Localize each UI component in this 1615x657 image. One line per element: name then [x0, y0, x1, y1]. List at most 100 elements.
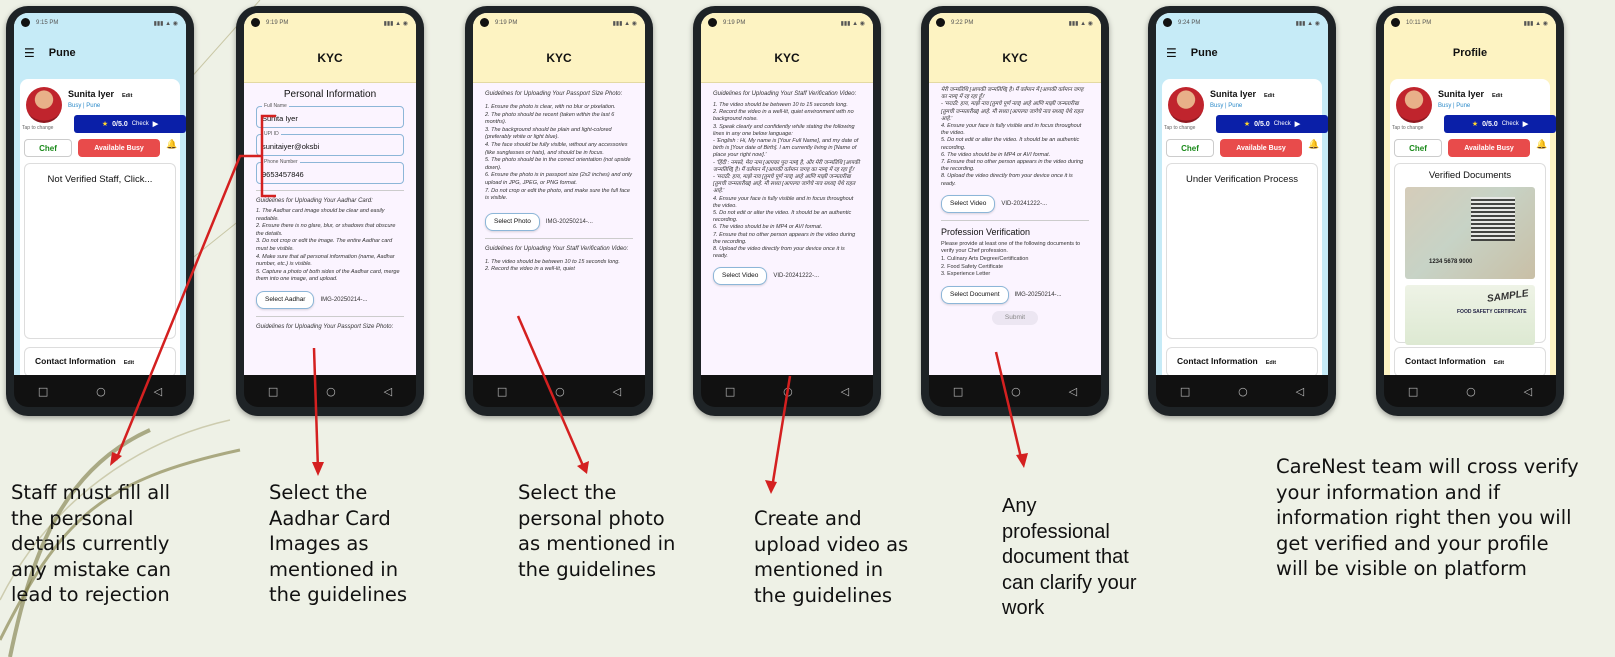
upi-id-field[interactable]: UPI ID sunitaiyer@oksbi — [256, 131, 404, 156]
home-icon[interactable]: ○ — [555, 385, 565, 398]
aadhar-document-image[interactable]: 1234 5678 9000 — [1405, 187, 1535, 279]
bell-icon[interactable]: 🔔 — [166, 140, 177, 150]
screen: 9:15 PM ▮▮▮ ▲ ◉ ☰ Pune Tap to change Suni… — [14, 13, 186, 375]
star-icon: ★ — [1243, 120, 1251, 128]
selected-file-name: VID-20241222-... — [773, 273, 820, 280]
home-icon[interactable]: ○ — [783, 385, 793, 398]
home-icon[interactable]: ○ — [96, 385, 106, 398]
select-photo-button[interactable]: Select Photo — [485, 212, 540, 231]
verification-status-box[interactable]: Under Verification Process — [1166, 163, 1318, 339]
home-icon[interactable]: ○ — [1466, 385, 1476, 398]
submit-button[interactable]: Submit — [992, 310, 1038, 325]
status-bar: 9:19 PM ▮▮▮ ▲ ◉ — [701, 13, 873, 33]
home-icon[interactable]: ○ — [326, 385, 336, 398]
caption-6: CareNest team will cross verify your inf… — [1276, 455, 1579, 580]
menu-icon[interactable]: ☰ — [24, 46, 35, 60]
contact-information-section: Contact Information Edit — [24, 347, 176, 375]
arrowhead-4 — [765, 480, 777, 494]
bell-icon[interactable]: 🔔 — [1536, 140, 1547, 150]
menu-icon[interactable]: ☰ — [1166, 46, 1177, 60]
selected-file-name: IMG-20250214-... — [320, 296, 368, 303]
availability-toggle[interactable]: Available Busy — [1220, 139, 1302, 157]
avatar[interactable] — [1396, 87, 1432, 123]
back-icon[interactable]: ◁ — [1069, 385, 1077, 398]
field-label: Full Name — [262, 103, 289, 110]
rating-button[interactable]: ★ 0/5.0 Check ▶ — [1444, 115, 1556, 133]
availability-toggle[interactable]: Available Busy — [78, 139, 160, 157]
document-number: 1234 5678 9000 — [1429, 259, 1473, 265]
rating-button[interactable]: ★ 0/5.0 Check ▶ — [1216, 115, 1328, 133]
verification-status-box[interactable]: Not Verified Staff, Click... — [24, 163, 176, 339]
status-bar: 9:24 PM ▮▮▮ ▲ ◉ — [1156, 13, 1328, 33]
recent-apps-icon[interactable]: □ — [1180, 385, 1190, 398]
camera-icon — [1163, 18, 1172, 27]
role-badge[interactable]: Chef — [24, 139, 72, 157]
avatar[interactable] — [26, 87, 62, 123]
back-icon[interactable]: ◁ — [154, 385, 162, 398]
play-icon: ▶ — [1522, 121, 1529, 128]
contact-edit-button[interactable]: Edit — [1494, 360, 1504, 366]
field-label: UPI ID — [262, 131, 281, 138]
recent-apps-icon[interactable]: □ — [268, 385, 278, 398]
arrowhead-2 — [312, 462, 324, 476]
city-title[interactable]: Pune — [1191, 47, 1218, 59]
role-badge[interactable]: Chef — [1394, 139, 1442, 157]
tap-to-change-label: Tap to change — [1164, 125, 1196, 131]
back-icon[interactable]: ◁ — [1524, 385, 1532, 398]
arrowhead-5 — [1016, 453, 1028, 468]
recent-apps-icon[interactable]: □ — [38, 385, 48, 398]
tap-to-change-label: Tap to change — [1392, 125, 1424, 131]
recent-apps-icon[interactable]: □ — [497, 385, 507, 398]
phone-screen-home-not-verified: 9:15 PM ▮▮▮ ▲ ◉ ☰ Pune Tap to change Suni… — [6, 6, 194, 416]
status-icons: ▮▮▮ ▲ ◉ — [153, 20, 178, 27]
back-icon[interactable]: ◁ — [613, 385, 621, 398]
select-video-button[interactable]: Select Video — [713, 267, 768, 286]
edit-name-button[interactable]: Edit — [122, 93, 132, 99]
camera-icon — [708, 18, 717, 27]
android-nav-bar: □ ○ ◁ — [244, 375, 416, 407]
profile-name: Sunita Iyer Edit — [1210, 89, 1275, 99]
back-icon[interactable]: ◁ — [1296, 385, 1304, 398]
home-icon[interactable]: ○ — [1238, 385, 1248, 398]
screen: 9:24 PM ▮▮▮ ▲ ◉ ☰ Pune Tap to change Suni… — [1156, 13, 1328, 375]
select-aadhar-button[interactable]: Select Aadhar — [256, 290, 315, 309]
contact-edit-button[interactable]: Edit — [124, 360, 134, 366]
sample-watermark: SAMPLE — [1486, 288, 1530, 305]
rating-button[interactable]: ★ 0/5.0 Check ▶ — [74, 115, 186, 133]
full-name-field[interactable]: Full Name Sunita Iyer — [256, 103, 404, 128]
recent-apps-icon[interactable]: □ — [725, 385, 735, 398]
back-icon[interactable]: ◁ — [841, 385, 849, 398]
guidelines-list-next: 1. The video should be between 10 to 15 … — [485, 258, 620, 273]
recent-apps-icon[interactable]: □ — [1408, 385, 1418, 398]
guidelines-list: 1. The video should be between 10 to 15 … — [713, 102, 860, 260]
bell-icon[interactable]: 🔔 — [1308, 140, 1319, 150]
profile-name: Sunita Iyer Edit — [1438, 89, 1503, 99]
verified-documents-title: Verified Documents — [1428, 170, 1512, 181]
select-video-button[interactable]: Select Video — [941, 194, 996, 213]
app-header: ☰ Pune — [1156, 33, 1328, 73]
phone-number-field[interactable]: Phone Number 9653457846 — [256, 159, 404, 184]
status-time: 9:19 PM — [723, 20, 746, 26]
contact-edit-button[interactable]: Edit — [1266, 360, 1276, 366]
guidelines-list: मेरी जन्मतिथि [आपकी जन्मतिथि] है। मैं वर… — [941, 87, 1084, 187]
status-line: Busy | Pune — [68, 103, 101, 109]
food-safety-certificate-image[interactable]: SAMPLE FOOD SAFETY CERTIFICATE — [1405, 285, 1535, 345]
page-title: KYC — [701, 33, 873, 83]
verification-text: Not Verified Staff, Click... — [47, 174, 153, 185]
city-title[interactable]: Pune — [49, 47, 76, 59]
home-icon[interactable]: ○ — [1011, 385, 1021, 398]
app-header: ☰ Pune — [14, 33, 186, 73]
back-icon[interactable]: ◁ — [384, 385, 392, 398]
recent-apps-icon[interactable]: □ — [953, 385, 963, 398]
role-badge[interactable]: Chef — [1166, 139, 1214, 157]
edit-name-button[interactable]: Edit — [1264, 93, 1274, 99]
select-document-button[interactable]: Select Document — [941, 285, 1009, 304]
screen: 9:19 PM ▮▮▮ ▲ ◉ KYC Guidelines for Upload… — [701, 13, 873, 375]
edit-name-button[interactable]: Edit — [1492, 93, 1502, 99]
availability-toggle[interactable]: Available Busy — [1448, 139, 1530, 157]
avatar[interactable] — [1168, 87, 1204, 123]
status-time: 9:19 PM — [495, 20, 518, 26]
status-bar: 10:11 PM ▮▮▮ ▲ ◉ — [1384, 13, 1556, 33]
field-label: Phone Number — [262, 159, 300, 166]
guidelines-title: Guidelines for Uploading Your Staff Veri… — [713, 91, 857, 97]
